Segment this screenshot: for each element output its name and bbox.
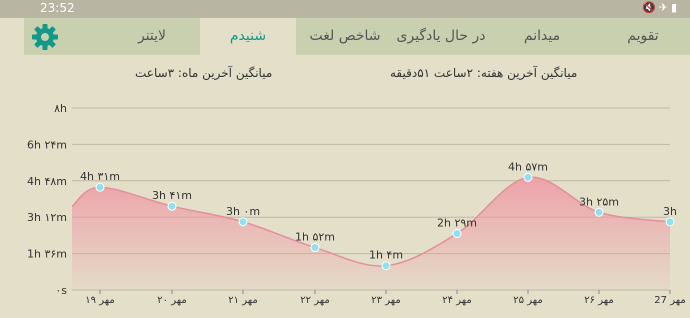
y-tick-label: ۸h [54, 102, 67, 115]
x-tick-label: ۲۰ مهر [157, 295, 186, 306]
y-tick-label: 6h ۲۴m [27, 138, 67, 151]
tab-calendar[interactable]: تقویم [596, 18, 690, 55]
x-tick-label: 27 مهر [654, 295, 685, 306]
y-tick-label: ۰s [55, 284, 67, 297]
data-point [594, 207, 604, 217]
gear-icon[interactable] [31, 23, 59, 51]
tab-bar: تقویم میدانم در حال یادگیری شاخص لغت شنی… [24, 18, 690, 55]
tab-known[interactable]: میدانم [488, 18, 596, 55]
tab-learning[interactable]: در حال یادگیری [394, 18, 488, 55]
x-tick-label: ۲۴ مهر [442, 295, 471, 306]
battery-icon: ▮ [670, 1, 680, 14]
data-point [310, 243, 320, 253]
status-time: 23:52 [40, 1, 75, 15]
data-label: 3h ۴۱m [152, 189, 192, 202]
y-tick-label: 3h ۱۲m [27, 211, 67, 224]
y-axis: ۰s 1h ۳۶m 3h ۱۲m 4h ۴۸m 6h ۲۴m ۸h [27, 102, 67, 297]
weekly-average: میانگین آخرین هفته: ۲ساعت ۵۱دقیقه [390, 66, 578, 80]
data-point [238, 217, 248, 227]
data-label: 2h ۲۹m [437, 217, 477, 230]
x-tick-label: ۲۲ مهر [300, 295, 329, 306]
data-point [523, 172, 533, 182]
tab-heard[interactable]: شنیدم [200, 18, 296, 55]
monthly-average: میانگین آخرین ماه: ۳ساعت [135, 66, 273, 80]
x-axis: ۱۹ مهر ۲۰ مهر ۲۱ مهر ۲۲ مهر ۲۳ مهر ۲۴ مهر ۲۵ م… [85, 290, 686, 306]
y-tick-label: 4h ۴۸m [27, 175, 67, 188]
data-point [167, 201, 177, 211]
status-bar: 23:52 🔇✈▮ [0, 0, 690, 18]
status-icons: 🔇✈▮ [642, 1, 680, 14]
x-tick-label: ۱۹ مهر [85, 295, 114, 306]
tab-word-index[interactable]: شاخص لغت [296, 18, 394, 55]
data-label: 4h ۵۷m [508, 160, 548, 173]
tab-leitner[interactable]: لایتنر [104, 18, 200, 55]
x-tick-label: ۲۵ مهر [513, 295, 542, 306]
data-label: 4h ۳۱m [80, 170, 120, 183]
x-tick-label: ۲۱ مهر [228, 295, 257, 306]
x-tick-label: ۲۳ مهر [371, 295, 400, 306]
data-point [381, 261, 391, 271]
data-label: 1h ۵۲m [295, 231, 335, 244]
x-tick-label: ۲۶ مهر [584, 295, 613, 306]
data-label: 1h ۴m [369, 249, 403, 262]
data-point [665, 217, 675, 227]
airplane-icon: ✈ [658, 1, 671, 14]
data-label: 3h [663, 205, 677, 218]
y-tick-label: 1h ۳۶m [27, 248, 67, 261]
mute-icon: 🔇 [642, 1, 659, 14]
data-label: 3h ۰m [226, 205, 260, 218]
chart: ۰s 1h ۳۶m 3h ۱۲m 4h ۴۸m 6h ۲۴m ۸h 4h ۳۱m 3h ۴۱… [27, 102, 686, 306]
data-point [452, 229, 462, 239]
data-label: 3h ۲۵m [579, 195, 619, 208]
data-point [95, 182, 105, 192]
